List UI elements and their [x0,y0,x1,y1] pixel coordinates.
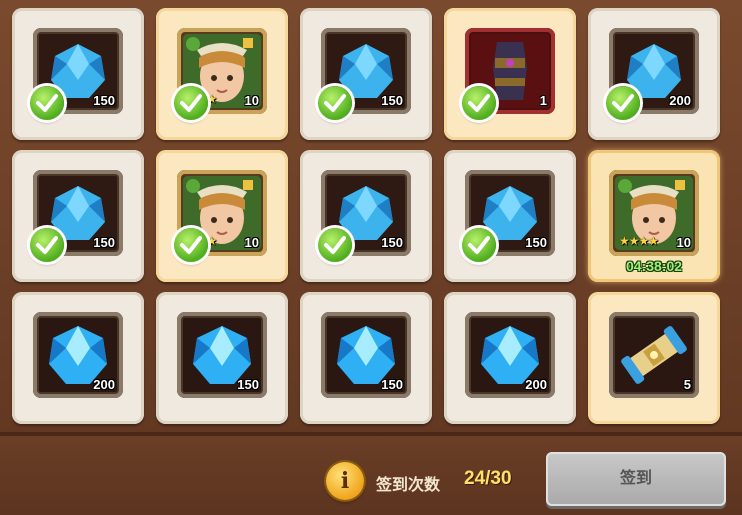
reward-qty: 1 [539,93,547,108]
reward-qty: 150 [381,235,403,250]
reward-slot: 200 [465,312,555,398]
reward-slot: 200 [33,312,123,398]
info-icon[interactable]: i [326,462,364,500]
reward-cell-12[interactable]: 150 [156,292,288,424]
reward-qty: 10 [676,235,691,250]
reward-qty: 150 [381,93,403,108]
reward-grid: 150 ★★★ 10 150 1 200 [12,8,728,424]
reward-qty: 150 [381,377,403,392]
reward-qty: 200 [669,93,691,108]
claimed-check-icon [606,86,640,120]
reward-slot: 150 [177,312,267,398]
reward-cell-7[interactable]: ★★★ 10 [156,150,288,282]
reward-slot: 5 [609,312,699,398]
reward-qty: 10 [244,93,259,108]
signin-button[interactable]: 签到 [546,452,726,506]
claimed-check-icon [318,86,352,120]
reward-cell-2[interactable]: ★★★ 10 [156,8,288,140]
countdown-timer: 04:38:02 [625,258,683,274]
reward-qty: 5 [683,377,691,392]
reward-cell-3[interactable]: 150 [300,8,432,140]
reward-cell-9[interactable]: 150 [444,150,576,282]
reward-qty: 150 [93,93,115,108]
reward-cell-10[interactable]: ★★★★ 10 04:38:02 [588,150,720,282]
claimed-check-icon [30,228,64,262]
hero-stars: ★★★★ [619,234,659,248]
reward-cell-4[interactable]: 1 [444,8,576,140]
reward-qty: 150 [93,235,115,250]
claimed-check-icon [174,86,208,120]
reward-cell-5[interactable]: 200 [588,8,720,140]
claimed-check-icon [462,228,496,262]
claimed-check-icon [30,86,64,120]
reward-qty: 150 [237,377,259,392]
claimed-check-icon [462,86,496,120]
reward-slot: 150 [321,312,411,398]
reward-cell-11[interactable]: 200 [12,292,144,424]
signin-count-label: 签到次数 [376,477,441,494]
reward-cell-1[interactable]: 150 [12,8,144,140]
reward-cell-15[interactable]: 5 [588,292,720,424]
reward-cell-8[interactable]: 150 [300,150,432,282]
reward-qty: 150 [525,235,547,250]
reward-qty: 200 [525,377,547,392]
reward-qty: 200 [93,377,115,392]
reward-cell-6[interactable]: 150 [12,150,144,282]
signin-count-value: 24/30 [464,468,512,489]
claimed-check-icon [174,228,208,262]
claimed-check-icon [318,228,352,262]
reward-qty: 10 [244,235,259,250]
reward-cell-13[interactable]: 150 [300,292,432,424]
reward-cell-14[interactable]: 200 [444,292,576,424]
reward-slot: ★★★★ 10 [609,170,699,256]
